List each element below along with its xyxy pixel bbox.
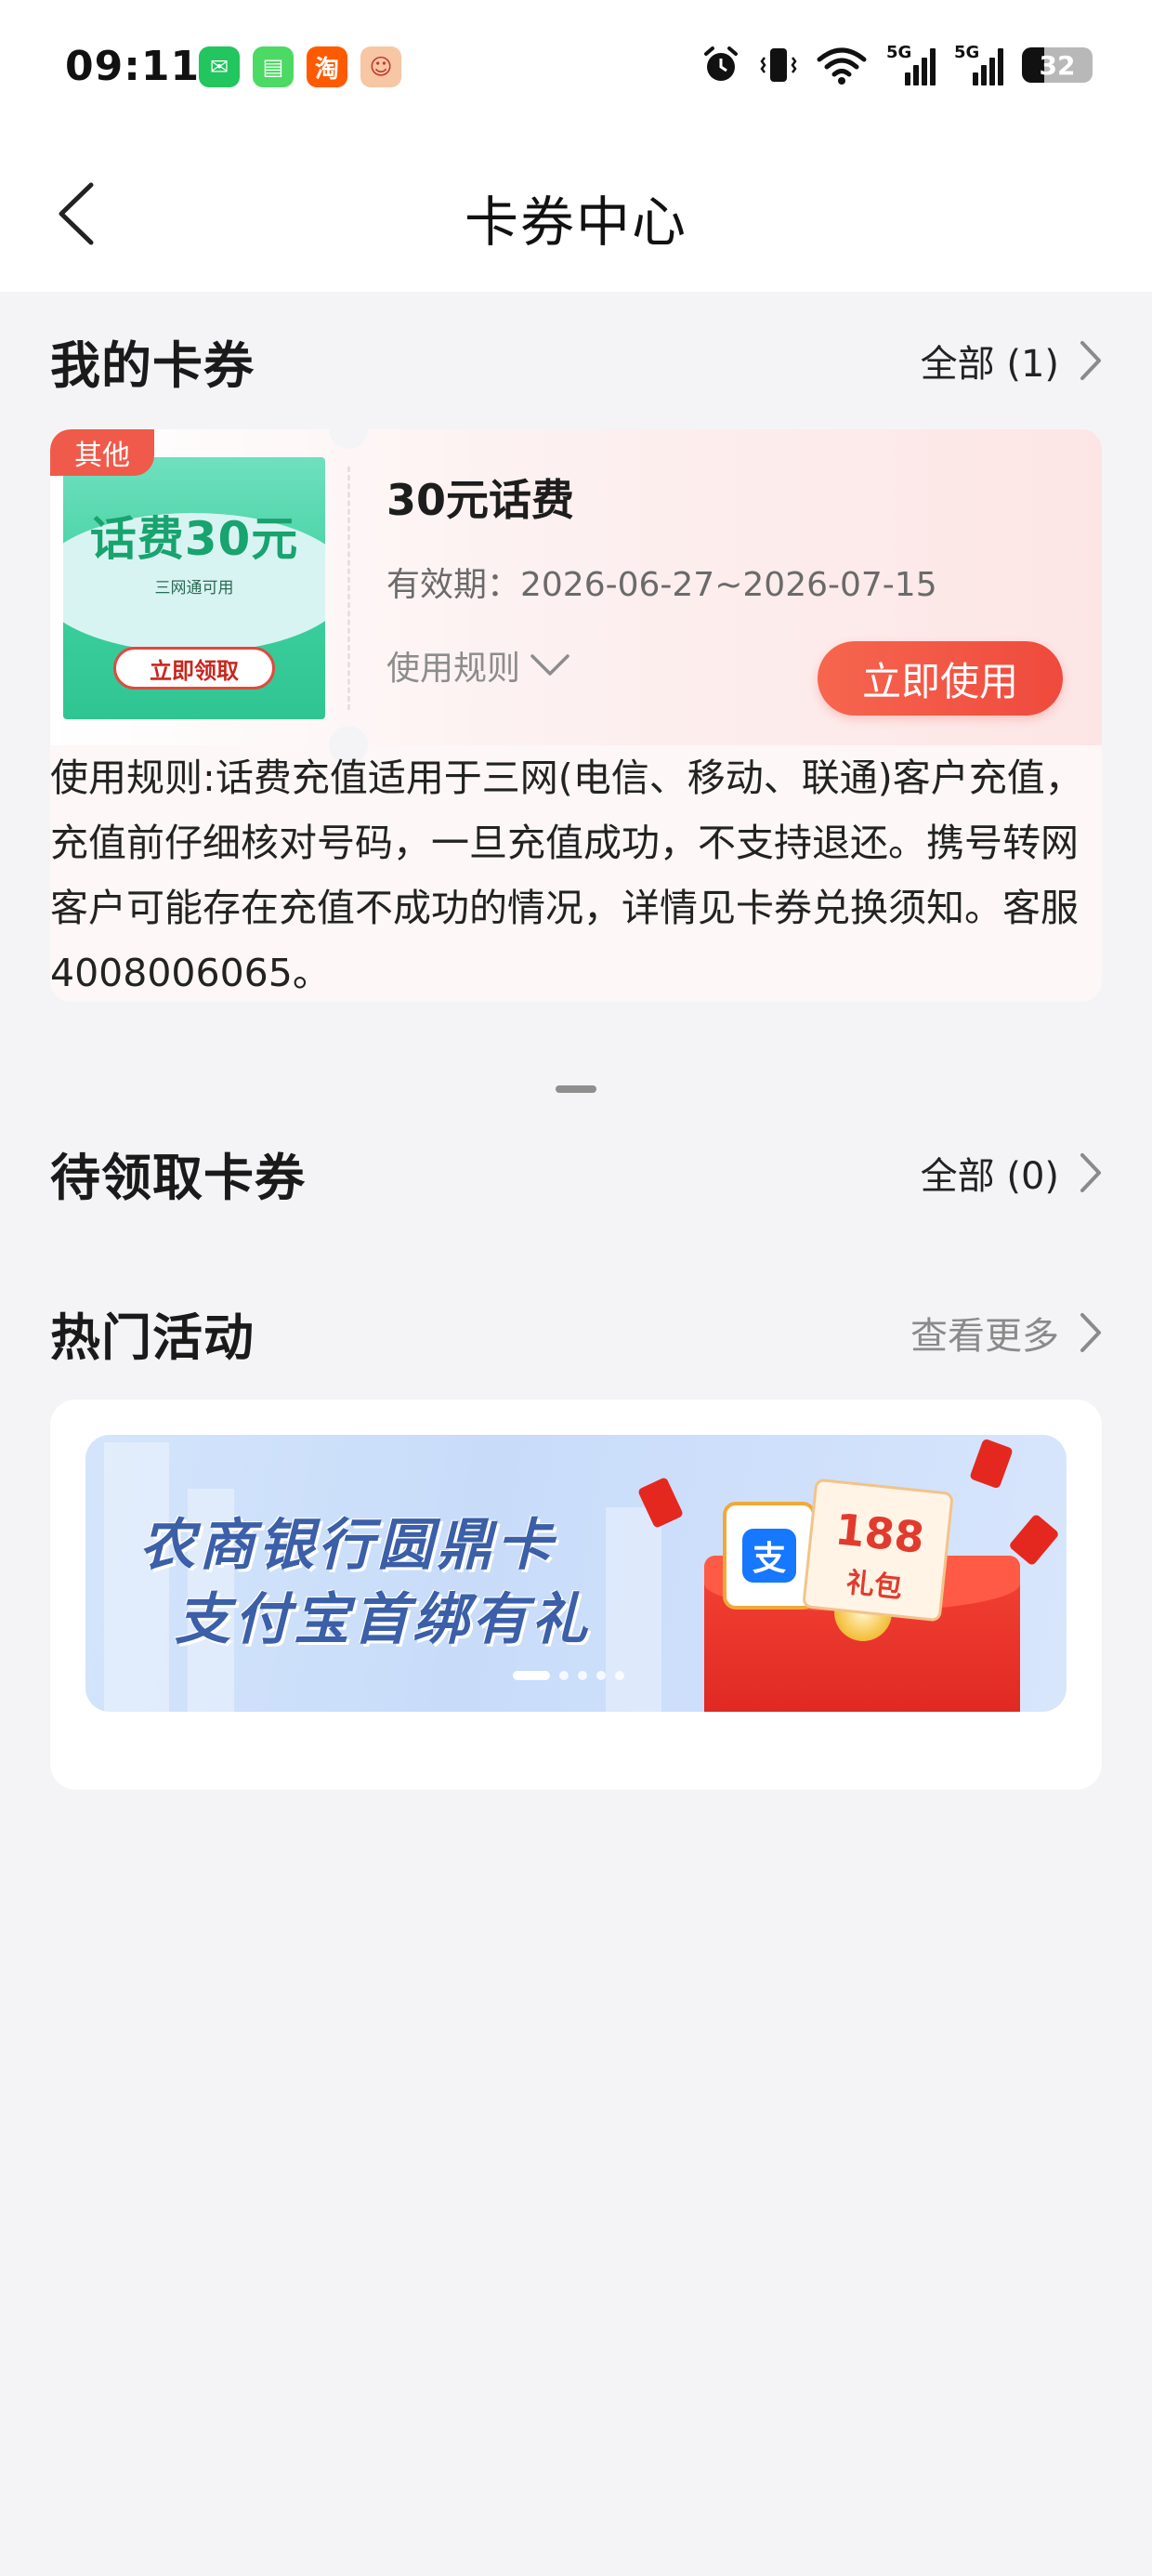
gift-amount: 188 — [832, 1504, 927, 1563]
app-mascot-icon: ☺ — [360, 46, 401, 87]
usage-rules-text: 使用规则:话费充值适用于三网(电信、移动、联通)客户充值，充值前仔细核对号码，一… — [50, 756, 1083, 995]
pagination-dot[interactable] — [559, 1671, 569, 1680]
my-coupons-header: 我的卡券 全部 (1) — [50, 323, 1102, 398]
chevron-right-icon — [1080, 341, 1101, 380]
coupon-validity: 有效期：2026-06-27~2026-07-15 — [386, 566, 937, 604]
signal-icon-2: 5G — [954, 43, 1003, 85]
banner-pagination[interactable] — [513, 1671, 624, 1680]
network-label-2: 5G — [954, 43, 980, 62]
red-envelope-icon — [969, 1438, 1014, 1490]
pending-coupons-title: 待领取卡券 — [50, 1148, 306, 1207]
gift-label: 礼包 — [844, 1566, 904, 1605]
chevron-down-icon — [530, 654, 569, 676]
signal-icon: 5G — [886, 43, 936, 85]
my-coupons-all-link[interactable]: 全部 (1) — [921, 334, 1102, 388]
battery-icon: 32 — [1022, 47, 1093, 83]
ticket-notch-top — [329, 429, 368, 449]
gift-pack-graphic: 188 礼包 — [802, 1478, 954, 1623]
taobao-icon: 淘 — [307, 46, 347, 87]
coupon-name: 30元话费 — [386, 475, 575, 525]
collapse-handle[interactable] — [556, 1085, 596, 1093]
coupon-image: 话费30元 三网通可用 立即领取 — [63, 457, 325, 719]
hot-activities-header: 热门活动 查看更多 — [50, 1295, 1102, 1370]
alipay-icon: 支 — [742, 1529, 796, 1583]
page-title: 卡券中心 — [464, 191, 687, 254]
coupon-card[interactable]: 话费30元 三网通可用 立即领取 其他 30元话费 有效期：2026-06-27… — [50, 429, 1102, 1002]
pending-coupons-all-link[interactable]: 全部 (0) — [921, 1146, 1102, 1200]
pending-coupons-header: 待领取卡券 全部 (0) — [50, 1136, 1102, 1210]
status-time: 09:11 — [65, 43, 201, 90]
coupon-image-cta: 立即领取 — [113, 647, 275, 690]
coupon-category-tag: 其他 — [50, 429, 154, 476]
pagination-dot[interactable] — [596, 1671, 606, 1680]
usage-rules-toggle[interactable]: 使用规则 — [386, 641, 570, 690]
alarm-icon — [704, 46, 738, 81]
hot-activities-title: 热门活动 — [50, 1308, 255, 1367]
wechat-icon: ✉ — [199, 46, 240, 87]
use-now-button[interactable]: 立即使用 — [818, 641, 1063, 716]
ticket-divider — [347, 467, 350, 710]
nav-bar: 卡券中心 — [0, 139, 1152, 292]
system-icons: 5G 5G 32 — [700, 43, 1093, 85]
wifi-icon — [817, 47, 867, 85]
coupon-summary: 话费30元 三网通可用 立即领取 其他 30元话费 有效期：2026-06-27… — [50, 429, 1102, 765]
activity-banner[interactable]: 农商银行圆鼎卡 支付宝首绑有礼 支 188 礼包 — [85, 1435, 1067, 1712]
pagination-dot-active[interactable] — [513, 1671, 550, 1680]
pending-coupons-all-label: 全部 (0) — [920, 1155, 1059, 1198]
banner-headline: 农商银行圆鼎卡 — [139, 1513, 556, 1578]
status-bar: 09:11 ✉ ▤ 淘 ☺ 5G 5G 32 — [0, 0, 1152, 139]
alipay-card-graphic: 支 — [723, 1502, 816, 1610]
view-more-label: 查看更多 — [910, 1315, 1059, 1358]
network-label: 5G — [886, 43, 912, 62]
chevron-right-icon — [1080, 1153, 1101, 1192]
my-coupons-title: 我的卡券 — [50, 335, 255, 395]
chevron-right-icon — [1080, 1313, 1101, 1352]
coupon-image-subtitle: 三网通可用 — [154, 579, 234, 598]
pagination-dot[interactable] — [615, 1671, 624, 1680]
coupon-image-amount: 话费30元 — [89, 512, 299, 566]
pagination-dot[interactable] — [578, 1671, 587, 1680]
activity-card: 农商银行圆鼎卡 支付宝首绑有礼 支 188 礼包 — [50, 1400, 1102, 1790]
battery-level: 32 — [1039, 49, 1076, 81]
banner-subheadline: 支付宝首绑有礼 — [175, 1587, 591, 1652]
vibrate-icon — [760, 48, 797, 82]
my-coupons-all-label: 全部 (1) — [920, 343, 1059, 386]
view-more-link[interactable]: 查看更多 — [910, 1306, 1102, 1360]
messages-icon: ▤ — [253, 46, 294, 87]
notification-icons: ✉ ▤ 淘 ☺ — [199, 46, 401, 87]
usage-rules-toggle-label: 使用规则 — [386, 650, 521, 688]
